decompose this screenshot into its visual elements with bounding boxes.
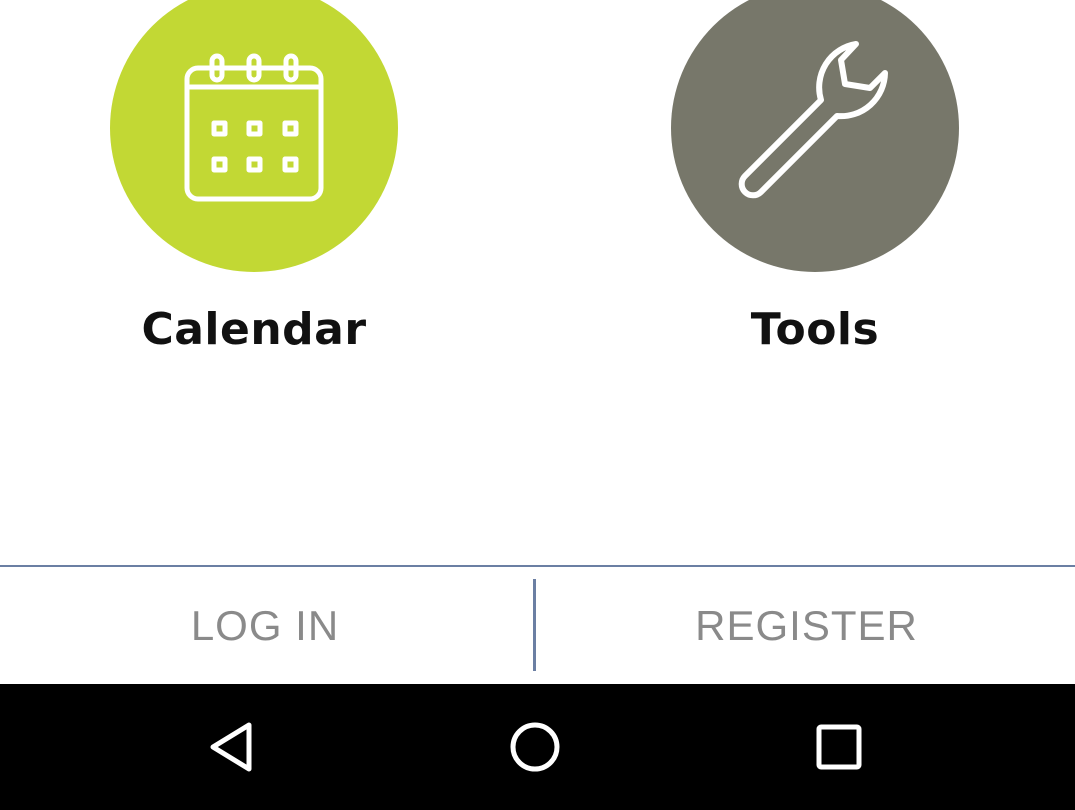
wrench-icon [738,41,888,199]
calendar-icon [184,53,324,202]
app-screen: Calendar Tools LOG IN REGISTER [0,0,1075,810]
auth-bar: LOG IN REGISTER [0,565,1075,684]
recents-square-icon [816,724,862,770]
home-circle-icon [510,722,560,772]
calendar-icon-circle[interactable] [110,0,398,272]
tools-label: Tools [750,304,880,355]
system-navigation-bar [0,684,1075,810]
recents-button[interactable] [809,717,869,777]
register-button[interactable]: REGISTER [538,567,1075,684]
calendar-label: Calendar [141,304,367,355]
back-triangle-icon [210,722,252,772]
tools-icon-circle[interactable] [671,0,959,272]
auth-divider [533,579,536,671]
login-button[interactable]: LOG IN [0,567,530,684]
home-button[interactable] [505,717,565,777]
back-button[interactable] [203,717,263,777]
